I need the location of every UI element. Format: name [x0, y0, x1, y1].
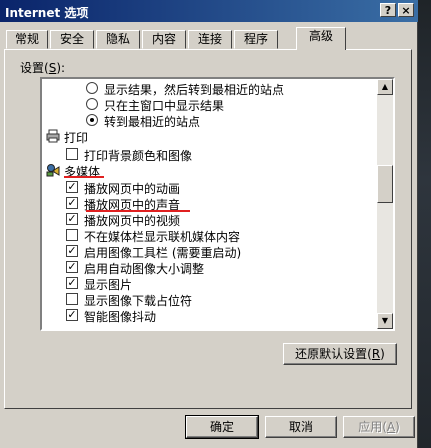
close-button[interactable]: × — [398, 3, 414, 17]
tab-general[interactable]: 常规 — [6, 30, 48, 49]
help-button[interactable]: ? — [380, 3, 396, 17]
settings-label: 设置(S): — [20, 61, 66, 75]
radio-button[interactable] — [86, 82, 98, 94]
radio-button-selected[interactable] — [86, 114, 98, 126]
tab-advanced[interactable]: 高级 — [296, 27, 346, 50]
settings-scrollbar[interactable]: ▲ ▼ — [377, 79, 393, 329]
checkbox[interactable] — [66, 229, 78, 241]
tab-privacy[interactable]: 隐私 — [96, 30, 140, 49]
scroll-up-icon[interactable]: ▲ — [377, 79, 393, 95]
checkbox-checked[interactable]: ✓ — [66, 197, 78, 209]
radio-button[interactable] — [86, 98, 98, 110]
window-title: Internet 选项 — [5, 6, 89, 20]
checkbox-checked[interactable]: ✓ — [66, 309, 78, 321]
checkbox[interactable] — [66, 293, 78, 305]
tab-connections[interactable]: 连接 — [188, 30, 232, 49]
apply-button[interactable]: 应用(A) — [343, 416, 415, 438]
checkbox-checked[interactable]: ✓ — [66, 213, 78, 225]
checkbox-checked[interactable]: ✓ — [66, 245, 78, 257]
tab-security[interactable]: 安全 — [50, 30, 94, 49]
title-bar[interactable]: Internet 选项 ? × — [0, 0, 418, 22]
multimedia-icon — [46, 163, 60, 177]
checkbox-checked[interactable]: ✓ — [66, 181, 78, 193]
tab-strip: 常规 安全 隐私 内容 连接 程序 高级 — [4, 27, 414, 50]
annotation-underline-sounds — [86, 210, 190, 212]
cancel-button[interactable]: 取消 — [265, 416, 337, 438]
tab-content[interactable]: 内容 — [142, 30, 186, 49]
printer-icon — [46, 129, 60, 143]
annotation-underline-multimedia — [64, 176, 104, 178]
scroll-thumb[interactable] — [377, 165, 393, 203]
checkbox-checked[interactable]: ✓ — [66, 277, 78, 289]
checkbox[interactable] — [66, 148, 78, 160]
ok-button[interactable]: 确定 — [185, 415, 259, 439]
tab-programs[interactable]: 程序 — [234, 30, 278, 49]
restore-defaults-button[interactable]: 还原默认设置(R) — [283, 343, 397, 365]
checkbox-checked[interactable]: ✓ — [66, 261, 78, 273]
internet-options-dialog: Internet 选项 ? × 常规 安全 隐私 内容 连接 程序 高级 设置(… — [0, 0, 418, 448]
scroll-down-icon[interactable]: ▼ — [377, 313, 393, 329]
settings-list[interactable]: 显示结果，然后转到最相近的站点 只在主窗口中显示结果 转到最相近的站点 打印 打… — [40, 77, 395, 331]
background-desktop-strip — [418, 0, 431, 448]
